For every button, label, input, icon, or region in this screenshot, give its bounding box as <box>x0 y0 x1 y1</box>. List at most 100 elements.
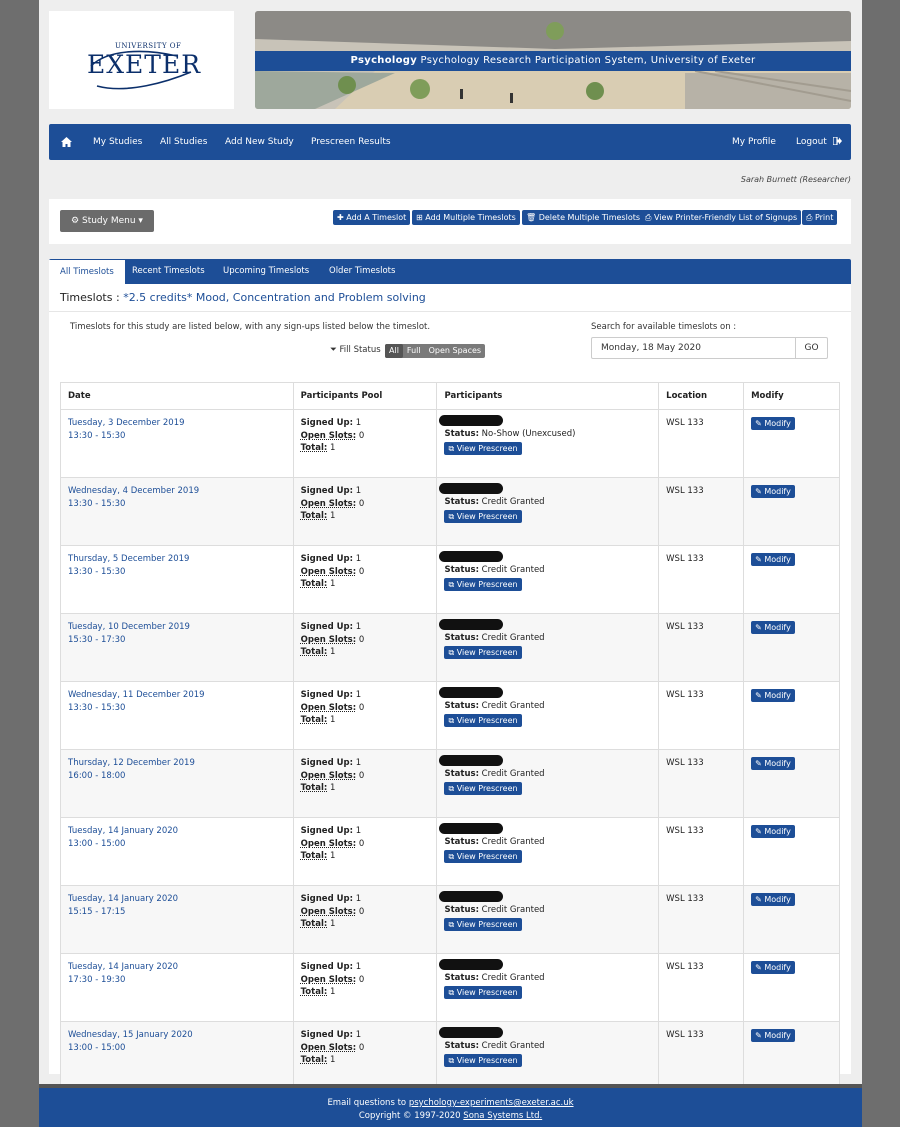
study-toolbar: ⚙ Study Menu ▾ ✚ Add A Timeslot ⊞ Add Mu… <box>49 199 851 244</box>
timeslot-time-link[interactable]: 13:30 - 15:30 <box>68 498 286 511</box>
timeslot-date-link[interactable]: Wednesday, 11 December 2019 <box>68 689 286 702</box>
timeslot-date-link[interactable]: Thursday, 12 December 2019 <box>68 757 286 770</box>
fill-status-all[interactable]: All <box>385 344 403 358</box>
plus-square-icon: ⊞ <box>416 213 423 222</box>
university-logo[interactable]: UNIVERSITY OF EXETER <box>87 42 200 90</box>
view-prescreen-button[interactable]: ⧉ View Prescreen <box>444 917 522 931</box>
nav-all-studies[interactable]: All Studies <box>160 124 207 160</box>
modify-cell: ✎ Modify <box>743 749 840 818</box>
signed-up-value: 1 <box>355 962 362 972</box>
study-name-link[interactable]: *2.5 credits* Mood, Concentration and Pr… <box>123 291 426 304</box>
timeslot-time-link[interactable]: 13:00 - 15:00 <box>68 838 286 851</box>
modify-button[interactable]: ✎ Modify <box>751 417 795 430</box>
timeslot-date-link[interactable]: Tuesday, 14 January 2020 <box>68 825 286 838</box>
open-slots-line: Open Slots: 0 <box>301 906 430 919</box>
print-label: Print <box>814 213 834 222</box>
view-prescreen-button[interactable]: ⧉ View Prescreen <box>444 985 522 999</box>
signed-up-line: Signed Up: 1 <box>301 825 430 838</box>
nav-prescreen-results[interactable]: Prescreen Results <box>311 124 391 160</box>
nav-add-new-study[interactable]: Add New Study <box>225 124 294 160</box>
external-link-icon: ⧉ <box>448 443 455 453</box>
signed-up-label: Signed Up: <box>300 826 354 836</box>
tab-upcoming-timeslots[interactable]: Upcoming Timeslots <box>223 259 309 284</box>
go-button[interactable]: GO <box>795 337 828 359</box>
signed-up-label: Signed Up: <box>300 690 354 700</box>
home-icon[interactable] <box>61 124 73 160</box>
nav-my-profile[interactable]: My Profile <box>732 124 776 160</box>
delete-multiple-timeslots-button[interactable]: 🗑 Delete Multiple Timeslots <box>522 210 645 225</box>
fill-status-open-spaces[interactable]: Open Spaces <box>425 344 485 358</box>
intro-text: Timeslots for this study are listed belo… <box>70 322 431 332</box>
total-line: Total: 1 <box>301 850 430 863</box>
timeslot-time-link[interactable]: 13:30 - 15:30 <box>68 702 286 715</box>
timeslot-date-link[interactable]: Tuesday, 3 December 2019 <box>68 417 286 430</box>
view-prescreen-button[interactable]: ⧉ View Prescreen <box>444 645 522 659</box>
signed-up-line: Signed Up: 1 <box>301 893 430 906</box>
printer-friendly-list-button[interactable]: ⎙ View Printer-Friendly List of Signups <box>641 210 802 225</box>
status-value: No-Show (Unexcused) <box>481 429 576 439</box>
open-slots-value: 0 <box>358 906 365 917</box>
modify-button[interactable]: ✎ Modify <box>751 485 795 498</box>
timeslot-time-link[interactable]: 13:00 - 15:00 <box>68 1042 286 1055</box>
view-prescreen-button[interactable]: ⧉ View Prescreen <box>444 509 522 523</box>
redacted-participant-name <box>439 959 504 970</box>
study-menu-button[interactable]: ⚙ Study Menu ▾ <box>60 210 154 232</box>
status-label: Status: <box>444 565 479 575</box>
participants-cell: Status: No-Show (Unexcused) ⧉ View Prescr… <box>436 409 660 478</box>
timeslot-date-link[interactable]: Tuesday, 14 January 2020 <box>68 961 286 974</box>
timeslot-time-link[interactable]: 15:30 - 17:30 <box>68 634 286 647</box>
view-prescreen-button[interactable]: ⧉ View Prescreen <box>444 781 522 795</box>
timeslot-date-link[interactable]: Wednesday, 15 January 2020 <box>68 1029 286 1042</box>
page: UNIVERSITY OF EXETER Psychology Psycholo… <box>39 0 862 1127</box>
footer-company-link[interactable]: Sona Systems Ltd. <box>463 1111 542 1121</box>
timeslot-time-link[interactable]: 15:15 - 17:15 <box>68 906 286 919</box>
trash-icon: 🗑 <box>526 213 537 222</box>
open-slots-value: 0 <box>358 838 365 849</box>
redacted-participant-name <box>439 551 504 562</box>
fill-status-full[interactable]: Full <box>403 344 425 358</box>
modify-button[interactable]: ✎ Modify <box>751 961 795 974</box>
nav-my-studies[interactable]: My Studies <box>93 124 142 160</box>
timeslot-time-link[interactable]: 13:30 - 15:30 <box>68 566 286 579</box>
timeslot-date-link[interactable]: Tuesday, 14 January 2020 <box>68 893 286 906</box>
open-slots-value: 0 <box>358 634 365 645</box>
timeslot-time-link[interactable]: 17:30 - 19:30 <box>68 974 286 987</box>
timeslot-time-link[interactable]: 16:00 - 18:00 <box>68 770 286 783</box>
total-label: Total: <box>300 987 328 997</box>
modify-button[interactable]: ✎ Modify <box>751 553 795 566</box>
modify-button[interactable]: ✎ Modify <box>751 689 795 702</box>
signed-up-value: 1 <box>355 418 362 428</box>
open-slots-line: Open Slots: 0 <box>301 770 430 783</box>
timeslot-time-link[interactable]: 13:30 - 15:30 <box>68 430 286 443</box>
add-timeslot-button[interactable]: ✚ Add A Timeslot <box>333 210 411 225</box>
search-date-input[interactable]: Monday, 18 May 2020 <box>591 337 796 359</box>
external-link-icon: ⧉ <box>448 579 455 589</box>
search-label: Search for available timeslots on : <box>591 322 737 332</box>
edit-icon: ✎ <box>755 623 762 632</box>
participants-cell: Status: Credit Granted ⧉ View Prescreen <box>436 885 660 954</box>
header-date[interactable]: Date <box>60 382 294 410</box>
modify-button[interactable]: ✎ Modify <box>751 621 795 634</box>
tab-all-timeslots[interactable]: All Timeslots <box>49 260 125 284</box>
modify-button[interactable]: ✎ Modify <box>751 1029 795 1042</box>
open-slots-label: Open Slots: <box>300 838 357 849</box>
footer-email-link[interactable]: psychology-experiments@exeter.ac.uk <box>409 1098 574 1108</box>
banner-text: Psychology Research Participation System… <box>420 55 756 66</box>
print-button[interactable]: ⎙ Print <box>802 210 838 225</box>
timeslot-date-link[interactable]: Tuesday, 10 December 2019 <box>68 621 286 634</box>
signed-up-label: Signed Up: <box>300 962 354 972</box>
tab-recent-timeslots[interactable]: Recent Timeslots <box>132 259 205 284</box>
view-prescreen-button[interactable]: ⧉ View Prescreen <box>444 577 522 591</box>
view-prescreen-button[interactable]: ⧉ View Prescreen <box>444 849 522 863</box>
modify-button[interactable]: ✎ Modify <box>751 757 795 770</box>
tab-older-timeslots[interactable]: Older Timeslots <box>329 259 395 284</box>
modify-button[interactable]: ✎ Modify <box>751 893 795 906</box>
timeslot-date-link[interactable]: Wednesday, 4 December 2019 <box>68 485 286 498</box>
nav-logout[interactable]: Logout <box>796 124 842 160</box>
view-prescreen-button[interactable]: ⧉ View Prescreen <box>444 441 522 455</box>
timeslot-date-link[interactable]: Thursday, 5 December 2019 <box>68 553 286 566</box>
view-prescreen-button[interactable]: ⧉ View Prescreen <box>444 713 522 727</box>
view-prescreen-button[interactable]: ⧉ View Prescreen <box>444 1053 522 1067</box>
add-multiple-timeslots-button[interactable]: ⊞ Add Multiple Timeslots <box>412 210 520 225</box>
modify-button[interactable]: ✎ Modify <box>751 825 795 838</box>
